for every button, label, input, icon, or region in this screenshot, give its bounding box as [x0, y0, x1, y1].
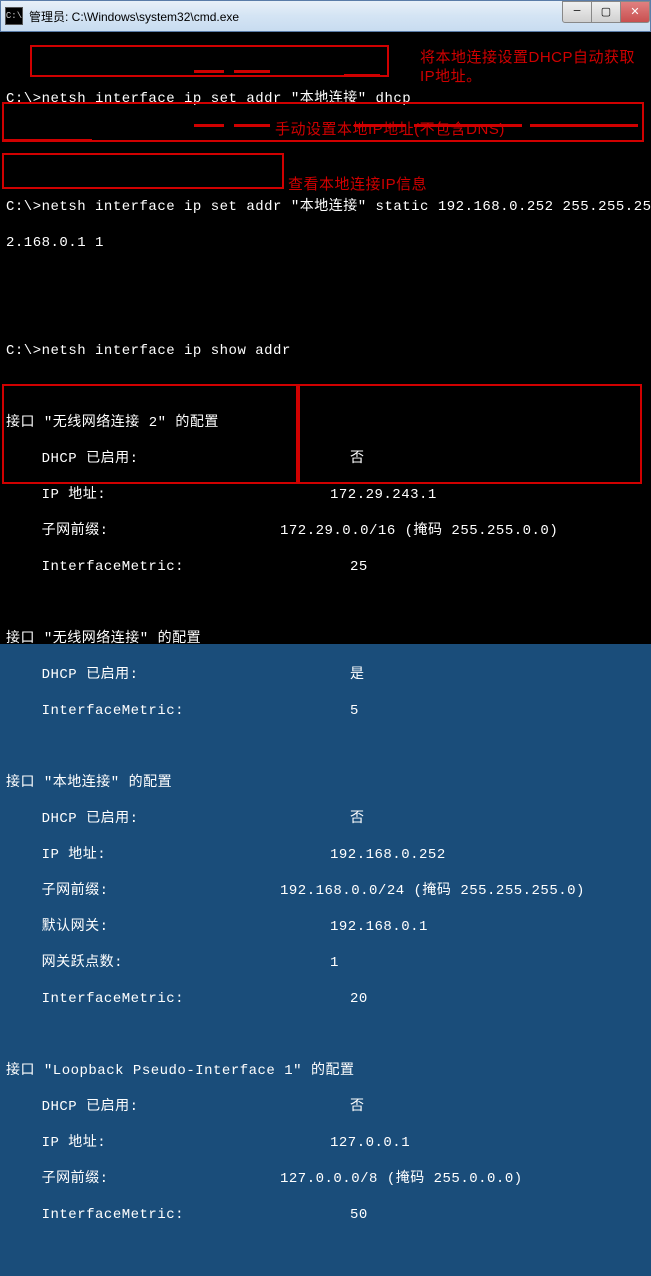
- blank-line: [6, 594, 645, 612]
- highlight-box-if3-right: [298, 384, 642, 484]
- titlebar[interactable]: C:\ 管理员: C:\Windows\system32\cmd.exe ─ ▢…: [0, 0, 651, 32]
- minimize-button[interactable]: ─: [562, 1, 592, 23]
- value: 否: [350, 810, 365, 828]
- close-button[interactable]: ✕: [620, 1, 650, 23]
- if3-header: 接口 "本地连接" 的配置: [6, 774, 645, 792]
- maximize-button[interactable]: ▢: [591, 1, 621, 23]
- if1-ip: IP 地址: 172.29.243.1: [6, 486, 645, 504]
- label: InterfaceMetric:: [6, 703, 184, 719]
- if3-hop: 网关跃点数: 1: [6, 954, 645, 972]
- label: IP 地址:: [6, 1135, 106, 1151]
- if3-prefix: 子网前缀: 192.168.0.0/24 (掩码 255.255.255.0): [6, 882, 645, 900]
- cmd-text: 2.168.0.1 1: [6, 235, 104, 251]
- window-buttons: ─ ▢ ✕: [563, 1, 650, 21]
- cmd-text: netsh interface ip set addr "本地连接" stati…: [42, 199, 651, 215]
- if4-prefix: 子网前缀: 127.0.0.0/8 (掩码 255.0.0.0): [6, 1170, 645, 1188]
- label: DHCP 已启用:: [6, 1099, 139, 1115]
- value: 172.29.243.1: [330, 486, 437, 504]
- if1-prefix: 子网前缀: 172.29.0.0/16 (掩码 255.255.0.0): [6, 522, 645, 540]
- blank-line: [6, 738, 645, 756]
- value: 25: [350, 558, 368, 576]
- prompt: C:\>: [6, 343, 42, 359]
- if3-ip: IP 地址: 192.168.0.252: [6, 846, 645, 864]
- blank-line: [6, 1026, 645, 1044]
- value: 1: [330, 954, 339, 972]
- if1-metric: InterfaceMetric: 25: [6, 558, 645, 576]
- if2-header: 接口 "无线网络连接" 的配置: [6, 630, 645, 648]
- blank-line: [6, 270, 645, 288]
- if3-dhcp: DHCP 已启用: 否: [6, 810, 645, 828]
- underline-cmd1-c: [344, 74, 380, 77]
- window-title: 管理员: C:\Windows\system32\cmd.exe: [29, 8, 239, 25]
- cmd-line-1: C:\>netsh interface ip set addr "本地连接" d…: [6, 90, 645, 108]
- value: 192.168.0.252: [330, 846, 446, 864]
- annotation-1b: IP地址。: [420, 68, 482, 86]
- label: IP 地址:: [6, 847, 106, 863]
- value: 127.0.0.0/8 (掩码 255.0.0.0): [280, 1170, 523, 1188]
- label: 默认网关:: [6, 919, 109, 935]
- label: DHCP 已启用:: [6, 667, 139, 683]
- label: 子网前缀:: [6, 883, 109, 899]
- cmd-text: netsh interface ip show addr: [42, 343, 291, 359]
- label: IP 地址:: [6, 487, 106, 503]
- value: 否: [350, 1098, 365, 1116]
- value: 127.0.0.1: [330, 1134, 410, 1152]
- label: InterfaceMetric:: [6, 1207, 184, 1223]
- blank-line: [6, 1242, 645, 1260]
- highlight-box-if3-left: [2, 384, 298, 484]
- cmd-icon: C:\: [5, 7, 23, 25]
- blank-line: [6, 378, 645, 396]
- if3-metric: InterfaceMetric: 20: [6, 990, 645, 1008]
- if4-dhcp: DHCP 已启用: 否: [6, 1098, 645, 1116]
- if1-dhcp: DHCP 已启用: 否: [6, 450, 645, 468]
- value: 否: [350, 450, 365, 468]
- cmd-line-2a: C:\>netsh interface ip set addr "本地连接" s…: [6, 198, 645, 216]
- annotation-3: 查看本地连接IP信息: [288, 176, 427, 194]
- cmd-line-3: C:\>netsh interface ip show addr: [6, 342, 645, 360]
- console-area[interactable]: C:\>netsh interface ip set addr "本地连接" d…: [0, 32, 651, 644]
- if1-header: 接口 "无线网络连接 2" 的配置: [6, 414, 645, 432]
- cmd-line-2b: 2.168.0.1 1: [6, 234, 645, 252]
- value: 192.168.0.0/24 (掩码 255.255.255.0): [280, 882, 585, 900]
- annotation-2: 手动设置本地IP地址(不包含DNS): [275, 121, 505, 139]
- value: 5: [350, 702, 359, 720]
- prompt: C:\>: [6, 199, 42, 215]
- label: DHCP 已启用:: [6, 451, 139, 467]
- if4-ip: IP 地址: 127.0.0.1: [6, 1134, 645, 1152]
- if2-dhcp: DHCP 已启用: 是: [6, 666, 645, 684]
- label: 网关跃点数:: [6, 955, 123, 971]
- if4-header: 接口 "Loopback Pseudo-Interface 1" 的配置: [6, 1062, 645, 1080]
- label: InterfaceMetric:: [6, 559, 184, 575]
- value: 20: [350, 990, 368, 1008]
- annotation-1a: 将本地连接设置DHCP自动获取: [420, 49, 635, 67]
- if2-metric: InterfaceMetric: 5: [6, 702, 645, 720]
- label: InterfaceMetric:: [6, 991, 184, 1007]
- value: 172.29.0.0/16 (掩码 255.255.0.0): [280, 522, 558, 540]
- blank-line: [6, 306, 645, 324]
- label: 子网前缀:: [6, 1171, 109, 1187]
- prompt: C:\>: [6, 91, 42, 107]
- value: 是: [350, 666, 365, 684]
- if4-metric: InterfaceMetric: 50: [6, 1206, 645, 1224]
- cmd-text: netsh interface ip set addr "本地连接" dhcp: [42, 91, 412, 107]
- if3-gw: 默认网关: 192.168.0.1: [6, 918, 645, 936]
- value: 50: [350, 1206, 368, 1224]
- label: DHCP 已启用:: [6, 811, 139, 827]
- label: 子网前缀:: [6, 523, 109, 539]
- value: 192.168.0.1: [330, 918, 428, 936]
